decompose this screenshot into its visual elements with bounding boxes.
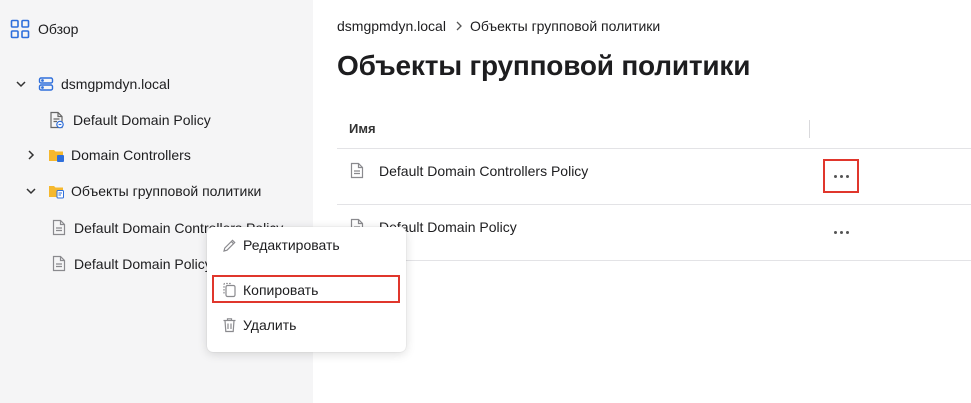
menu-item-label: Редактировать xyxy=(243,237,340,253)
menu-item-copy[interactable]: Копировать xyxy=(221,282,318,298)
chevron-down-icon[interactable] xyxy=(14,78,28,90)
document-icon xyxy=(52,219,66,236)
breadcrumb: dsmgpmdyn.local Объекты групповой полити… xyxy=(337,18,660,34)
trash-icon xyxy=(221,317,237,333)
more-icon-dot xyxy=(845,174,849,178)
context-menu: Редактировать Копировать Удалить xyxy=(207,227,406,352)
linked-policy-icon xyxy=(49,111,65,129)
tree-node-domain[interactable]: dsmgpmdyn.local xyxy=(14,76,170,92)
table-row[interactable]: Default Domain Controllers Policy xyxy=(337,149,971,205)
more-actions-button[interactable] xyxy=(823,159,859,193)
menu-item-label: Удалить xyxy=(243,317,297,333)
more-icon-dot xyxy=(839,174,843,178)
more-actions-button[interactable] xyxy=(823,215,859,249)
folder-icon xyxy=(48,183,65,199)
menu-item-delete[interactable]: Удалить xyxy=(221,317,296,333)
server-icon xyxy=(38,76,54,92)
menu-item-label: Копировать xyxy=(243,282,319,298)
folder-icon xyxy=(48,147,65,163)
document-icon xyxy=(350,162,364,179)
pencil-icon xyxy=(221,238,237,253)
more-icon-dot xyxy=(845,230,849,234)
more-icon-dot xyxy=(833,174,837,178)
table-row[interactable]: Default Domain Policy xyxy=(337,205,971,261)
tree-node-gpo-item[interactable]: Default Domain Policy xyxy=(52,255,212,272)
document-icon xyxy=(52,255,66,272)
tree-label: Default Domain Policy xyxy=(74,255,212,272)
tree-node-gpo-folder[interactable]: Объекты групповой политики xyxy=(24,183,261,199)
more-icon-dot xyxy=(833,230,837,234)
sidebar-item-overview[interactable]: Обзор xyxy=(10,19,78,39)
main-content: dsmgpmdyn.local Объекты групповой полити… xyxy=(313,0,971,403)
tree-node-domain-controllers[interactable]: Domain Controllers xyxy=(24,147,191,163)
page-title: Объекты групповой политики xyxy=(337,50,751,81)
tree-label: Объекты групповой политики xyxy=(71,183,262,199)
tree-label: Default Domain Policy xyxy=(73,112,211,128)
breadcrumb-domain[interactable]: dsmgpmdyn.local xyxy=(337,18,446,34)
tree-label: dsmgpmdyn.local xyxy=(61,76,170,92)
tree-node-default-domain-policy[interactable]: Default Domain Policy xyxy=(49,111,211,129)
grid-icon xyxy=(10,19,30,39)
copy-icon xyxy=(221,282,237,298)
table-header: Имя xyxy=(337,112,971,149)
column-header-name[interactable]: Имя xyxy=(349,121,376,136)
breadcrumb-current: Объекты групповой политики xyxy=(469,18,661,34)
chevron-right-icon xyxy=(454,20,464,32)
tree-label: Domain Controllers xyxy=(71,147,191,163)
row-name[interactable]: Default Domain Controllers Policy xyxy=(379,163,588,179)
menu-item-edit[interactable]: Редактировать xyxy=(221,237,340,253)
chevron-down-icon[interactable] xyxy=(24,185,38,197)
sidebar-item-label: Обзор xyxy=(38,21,79,37)
chevron-right-icon[interactable] xyxy=(24,149,38,161)
column-divider xyxy=(809,120,810,138)
more-icon-dot xyxy=(839,230,843,234)
